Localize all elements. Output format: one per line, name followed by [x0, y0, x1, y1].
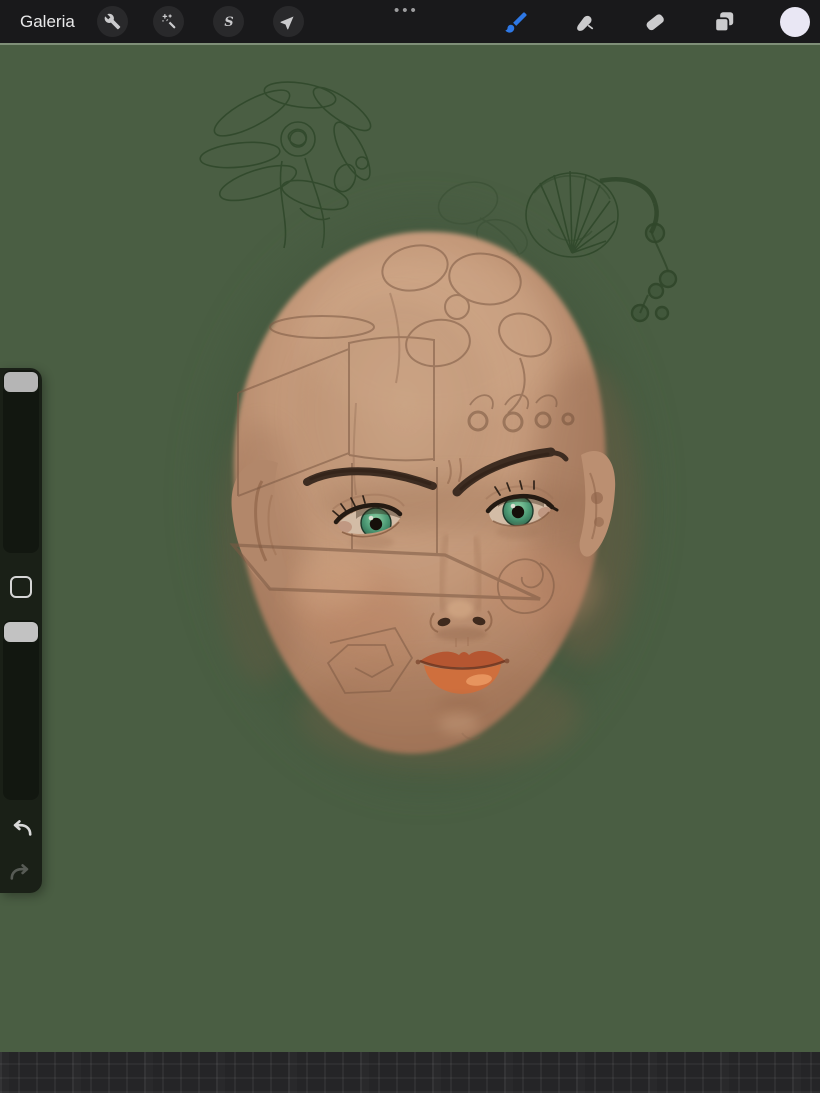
left-sidebar — [0, 368, 42, 893]
undo-arrow-icon — [8, 816, 34, 842]
canvas-surface[interactable] — [0, 43, 820, 1052]
gallery-label: Galeria — [20, 12, 75, 32]
smudge-tool-button[interactable] — [571, 8, 599, 36]
selection-s-icon: S — [220, 13, 238, 31]
paintbrush-icon — [503, 9, 530, 36]
magic-wand-icon — [160, 13, 178, 31]
canvas-menu-dots[interactable]: ••• — [394, 2, 419, 19]
modify-button[interactable] — [10, 576, 32, 598]
redo-button[interactable] — [8, 860, 34, 886]
eraser-icon — [642, 9, 668, 35]
smudge-icon — [572, 9, 598, 35]
transform-arrow-icon — [280, 13, 297, 30]
brush-size-slider-handle[interactable] — [4, 372, 38, 392]
color-swatch-circle[interactable] — [780, 7, 810, 37]
opacity-slider-handle[interactable] — [4, 622, 38, 642]
opacity-slider[interactable] — [3, 620, 39, 800]
brush-size-slider[interactable] — [3, 370, 39, 553]
adjustments-button[interactable] — [153, 6, 184, 37]
undo-button[interactable] — [8, 816, 34, 842]
outside-canvas-area — [0, 1052, 820, 1093]
wrench-icon — [104, 13, 121, 30]
actions-button[interactable] — [97, 6, 128, 37]
layers-icon — [711, 9, 737, 35]
top-toolbar: Galeria — [0, 0, 820, 43]
paint-tool-button[interactable] — [502, 8, 530, 36]
gallery-button[interactable]: Galeria — [20, 0, 75, 43]
transform-button[interactable] — [273, 6, 304, 37]
layers-button[interactable] — [710, 8, 738, 36]
erase-tool-button[interactable] — [641, 8, 669, 36]
selections-button[interactable]: S — [213, 6, 244, 37]
svg-text:S: S — [224, 15, 233, 30]
painted-head — [203, 210, 647, 786]
artwork-painting — [0, 43, 820, 1052]
redo-arrow-icon — [8, 860, 34, 886]
procreate-window: Galeria — [0, 0, 820, 1093]
